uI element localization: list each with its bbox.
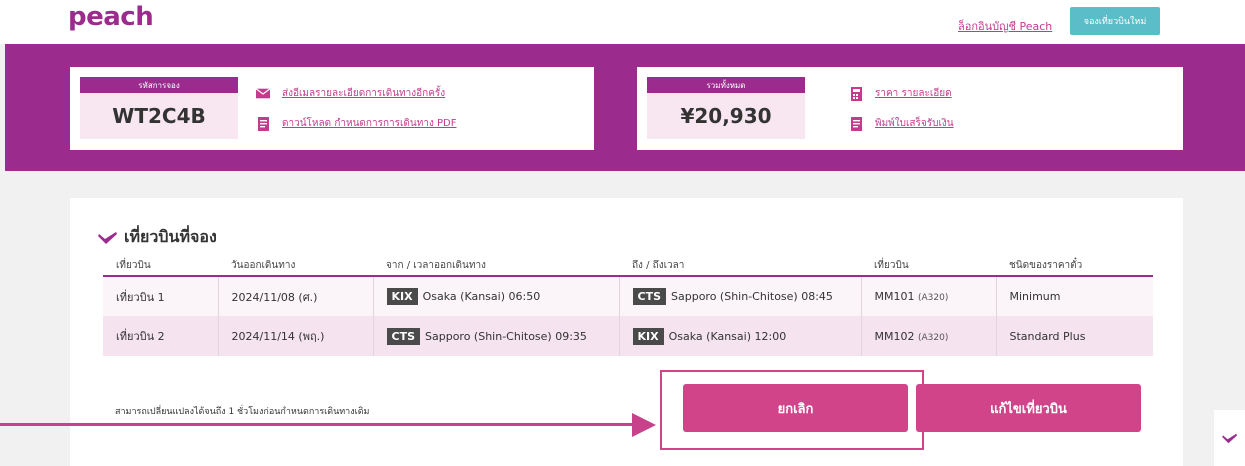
from-text: Sapporo (Shin-Chitose) 09:35 xyxy=(425,329,587,343)
booking-code: WT2C4B xyxy=(112,104,206,128)
from-text: Osaka (Kansai) 06:50 xyxy=(422,290,541,303)
floating-plane-button[interactable] xyxy=(1214,410,1245,466)
booking-code-box: รหัสการจอง WT2C4B xyxy=(80,77,238,139)
calculator-icon xyxy=(849,86,863,101)
print-receipt-link[interactable]: พิมพ์ใบเสร็จรับเงิน xyxy=(849,116,954,131)
airport-code: KIX xyxy=(386,288,418,305)
table-row: เที่ยวบิน 2 2024/11/14 (พฤ.) CTS Sapporo … xyxy=(103,316,1153,356)
flight-label: เที่ยวบิน 1 xyxy=(103,276,219,316)
table-row: เที่ยวบิน 1 2024/11/08 (ศ.) KIX Osaka (Ka… xyxy=(103,276,1153,316)
booking-code-label: รหัสการจอง xyxy=(80,77,238,93)
fare-type: Minimum xyxy=(996,276,1153,316)
departure-date: 2024/11/14 (พฤ.) xyxy=(218,316,374,356)
to-cell: CTS Sapporo (Shin-Chitose) 08:45 xyxy=(619,276,862,316)
table-header-row: เที่ยวบิน วันออกเดินทาง จาก / เวลาออกเดิ… xyxy=(103,256,1153,277)
flight-number: MM101 xyxy=(874,290,915,303)
col-from: จาก / เวลาออกเดินทาง xyxy=(373,256,619,277)
change-notice: สามารถเปลี่ยนแปลงได้จนถึง 1 ชั่วโมงก่อนก… xyxy=(115,407,370,417)
col-flight-no: เที่ยวบิน xyxy=(861,256,996,277)
pointer-arrow-line xyxy=(0,423,636,426)
fare-type: Standard Plus xyxy=(996,316,1153,356)
airport-code: CTS xyxy=(632,288,666,305)
aircraft-type: (A320) xyxy=(917,293,949,303)
plane-icon xyxy=(98,230,118,246)
envelope-icon xyxy=(256,87,270,101)
from-cell: CTS Sapporo (Shin-Chitose) 09:35 xyxy=(373,316,620,356)
airport-code: CTS xyxy=(386,327,420,345)
departure-date: 2024/11/08 (ศ.) xyxy=(218,276,374,316)
flight-number-cell: MM101 (A320) xyxy=(861,276,997,316)
aircraft-type: (A320) xyxy=(917,332,949,343)
total-box: รวมทั้งหมด ¥20,930 xyxy=(647,77,805,139)
flight-number: MM102 xyxy=(874,329,915,343)
to-text: Osaka (Kansai) 12:00 xyxy=(668,329,787,343)
cancel-highlight-box xyxy=(660,370,924,450)
login-link[interactable]: ล็อกอินบัญชี Peach xyxy=(958,17,1052,35)
total-price-card: รวมทั้งหมด ¥20,930 ราคา รายละเอียด พิมพ์… xyxy=(637,67,1183,150)
from-cell: KIX Osaka (Kansai) 06:50 xyxy=(373,276,620,316)
top-bar: peach ล็อกอินบัญชี Peach จองเที่ยวบินใหม… xyxy=(0,0,1245,44)
col-to: ถึง / ถึงเวลา xyxy=(619,256,861,277)
download-pdf-link[interactable]: ดาวน์โหลด กำหนดการการเดินทาง PDF xyxy=(256,116,457,131)
col-fare: ชนิดของราคาตั๋ว xyxy=(996,256,1153,277)
peach-logo[interactable]: peach xyxy=(68,2,154,32)
to-cell: KIX Osaka (Kansai) 12:00 xyxy=(619,316,862,356)
flight-label: เที่ยวบิน 2 xyxy=(103,316,219,356)
booking-code-card: รหัสการจอง WT2C4B ส่งอีเมลรายละเอียดการเ… xyxy=(70,67,594,150)
airport-code: KIX xyxy=(632,327,664,345)
new-booking-button[interactable]: จองเที่ยวบินใหม่ xyxy=(1070,7,1160,35)
download-pdf-label[interactable]: ดาวน์โหลด กำหนดการการเดินทาง PDF xyxy=(282,116,457,131)
price-details-label[interactable]: ราคา รายละเอียด xyxy=(875,86,952,101)
total-amount: ¥20,930 xyxy=(680,104,772,128)
col-flight: เที่ยวบิน xyxy=(103,256,218,277)
resend-email-link[interactable]: ส่งอีเมลรายละเอียดการเดินทางอีกครั้ง xyxy=(256,86,445,101)
receipt-icon xyxy=(849,116,863,131)
section-title: เที่ยวบินที่จอง xyxy=(98,225,217,250)
section-title-text: เที่ยวบินที่จอง xyxy=(124,227,217,246)
modify-flight-button[interactable]: แก้ไขเที่ยวบิน xyxy=(916,384,1141,432)
pointer-arrow-head xyxy=(632,413,656,437)
col-date: วันออกเดินทาง xyxy=(218,256,373,277)
flight-number-cell: MM102 (A320) xyxy=(861,316,997,356)
to-text: Sapporo (Shin-Chitose) 08:45 xyxy=(671,290,833,303)
plane-icon xyxy=(1221,433,1237,443)
resend-email-label[interactable]: ส่งอีเมลรายละเอียดการเดินทางอีกครั้ง xyxy=(282,86,445,101)
total-label: รวมทั้งหมด xyxy=(647,77,805,93)
print-receipt-label[interactable]: พิมพ์ใบเสร็จรับเงิน xyxy=(875,116,954,131)
document-icon xyxy=(256,116,270,131)
flights-table: เที่ยวบิน วันออกเดินทาง จาก / เวลาออกเดิ… xyxy=(103,256,1153,356)
price-details-link[interactable]: ราคา รายละเอียด xyxy=(849,86,952,101)
